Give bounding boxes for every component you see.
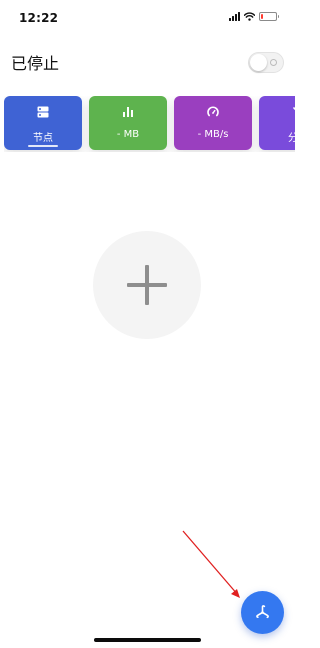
cellular-signal-icon bbox=[229, 12, 240, 21]
status-icons bbox=[229, 12, 279, 21]
home-indicator[interactable] bbox=[94, 638, 201, 642]
nodes-card-label: 节点 bbox=[33, 133, 53, 144]
server-icon bbox=[37, 106, 49, 118]
app-screen: 12:22 已停止 节点 - MB - MB/s 分 bbox=[0, 0, 295, 648]
routing-card-label: 分流 bbox=[288, 133, 295, 144]
connection-status-title: 已停止 bbox=[11, 54, 60, 73]
routing-card[interactable]: 分流 bbox=[259, 96, 295, 150]
connect-fab-button[interactable] bbox=[241, 591, 284, 634]
traffic-card[interactable]: - MB bbox=[89, 96, 167, 150]
selected-tab-indicator bbox=[28, 145, 58, 147]
toggle-off-icon bbox=[270, 59, 277, 66]
stat-cards-row: 节点 - MB - MB/s 分流 bbox=[4, 96, 295, 152]
add-node-button[interactable] bbox=[93, 231, 201, 339]
annotation-arrow-icon bbox=[182, 530, 240, 598]
route-icon bbox=[293, 107, 295, 111]
status-bar: 12:22 bbox=[0, 0, 295, 36]
speed-card-label: - MB/s bbox=[197, 129, 229, 140]
battery-level-fill bbox=[261, 14, 263, 19]
bar-chart-icon bbox=[123, 107, 133, 117]
fan-icon bbox=[256, 605, 269, 619]
status-time: 12:22 bbox=[19, 11, 59, 25]
toggle-knob bbox=[250, 54, 267, 71]
wifi-icon bbox=[244, 12, 255, 21]
connection-toggle[interactable] bbox=[248, 52, 284, 73]
nodes-card[interactable]: 节点 bbox=[4, 96, 82, 150]
speed-card[interactable]: - MB/s bbox=[174, 96, 252, 150]
speedometer-icon bbox=[207, 106, 219, 117]
battery-icon bbox=[259, 12, 279, 21]
traffic-card-label: - MB bbox=[116, 129, 140, 140]
